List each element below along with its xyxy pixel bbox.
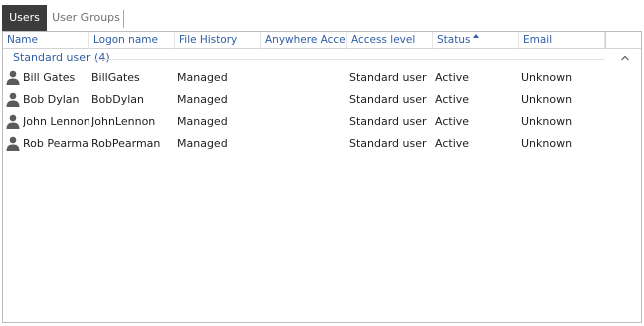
cell-name: John Lennon — [23, 115, 89, 128]
cell-name: Bill Gates — [23, 71, 76, 84]
column-header-logon-name[interactable]: Logon name — [89, 32, 175, 49]
cell-file-history: Managed — [177, 93, 228, 106]
tab-separator — [123, 10, 124, 28]
cell-email: Unknown — [521, 137, 573, 150]
users-view: Users User Groups Name Logon name File H… — [0, 0, 642, 324]
column-header: Name Logon name File History Anywhere Ac… — [3, 32, 641, 49]
tab-strip: Users User Groups — [0, 0, 642, 31]
cell-name: Rob Pearman — [23, 137, 89, 150]
cell-status: Active — [435, 71, 470, 84]
cell-logon-name: BobDylan — [91, 93, 145, 106]
table-row[interactable]: Bob Dylan BobDylan Managed Standard user… — [3, 89, 641, 111]
group-divider — [93, 59, 605, 60]
group-label: Standard user (4) — [13, 51, 110, 64]
column-header-anywhere-access[interactable]: Anywhere Access — [261, 32, 347, 49]
cell-logon-name: JohnLennon — [91, 115, 156, 128]
column-header-blank — [605, 32, 641, 49]
group-header-standard-user[interactable]: Standard user (4) — [3, 49, 641, 67]
table-row[interactable]: Rob Pearman RobPearman Managed Standard … — [3, 133, 641, 155]
cell-email: Unknown — [521, 115, 573, 128]
table-row[interactable]: John Lennon JohnLennon Managed Standard … — [3, 111, 641, 133]
cell-access-level: Standard user — [349, 115, 427, 128]
cell-name: Bob Dylan — [23, 93, 80, 106]
user-icon — [6, 114, 20, 129]
tab-users[interactable]: Users — [2, 5, 47, 31]
users-list-panel: Name Logon name File History Anywhere Ac… — [2, 31, 642, 323]
tab-user-groups[interactable]: User Groups — [48, 5, 124, 31]
table-row[interactable]: Bill Gates BillGates Managed Standard us… — [3, 67, 641, 89]
cell-file-history: Managed — [177, 137, 228, 150]
user-icon — [6, 70, 20, 85]
cell-email: Unknown — [521, 71, 573, 84]
column-header-file-history[interactable]: File History — [175, 32, 261, 49]
cell-access-level: Standard user — [349, 137, 427, 150]
cell-email: Unknown — [521, 93, 573, 106]
user-icon — [6, 136, 20, 151]
cell-access-level: Standard user — [349, 71, 427, 84]
cell-status: Active — [435, 137, 470, 150]
cell-logon-name: BillGates — [91, 71, 140, 84]
cell-file-history: Managed — [177, 115, 228, 128]
column-header-access-level[interactable]: Access level — [347, 32, 433, 49]
cell-status: Active — [435, 93, 470, 106]
cell-status: Active — [435, 115, 470, 128]
user-icon — [6, 92, 20, 107]
cell-file-history: Managed — [177, 71, 228, 84]
column-header-email[interactable]: Email — [519, 32, 605, 49]
cell-access-level: Standard user — [349, 93, 427, 106]
sort-ascending-icon — [473, 34, 479, 38]
chevron-up-icon[interactable] — [620, 53, 630, 63]
cell-logon-name: RobPearman — [91, 137, 161, 150]
column-header-name[interactable]: Name — [3, 32, 89, 49]
